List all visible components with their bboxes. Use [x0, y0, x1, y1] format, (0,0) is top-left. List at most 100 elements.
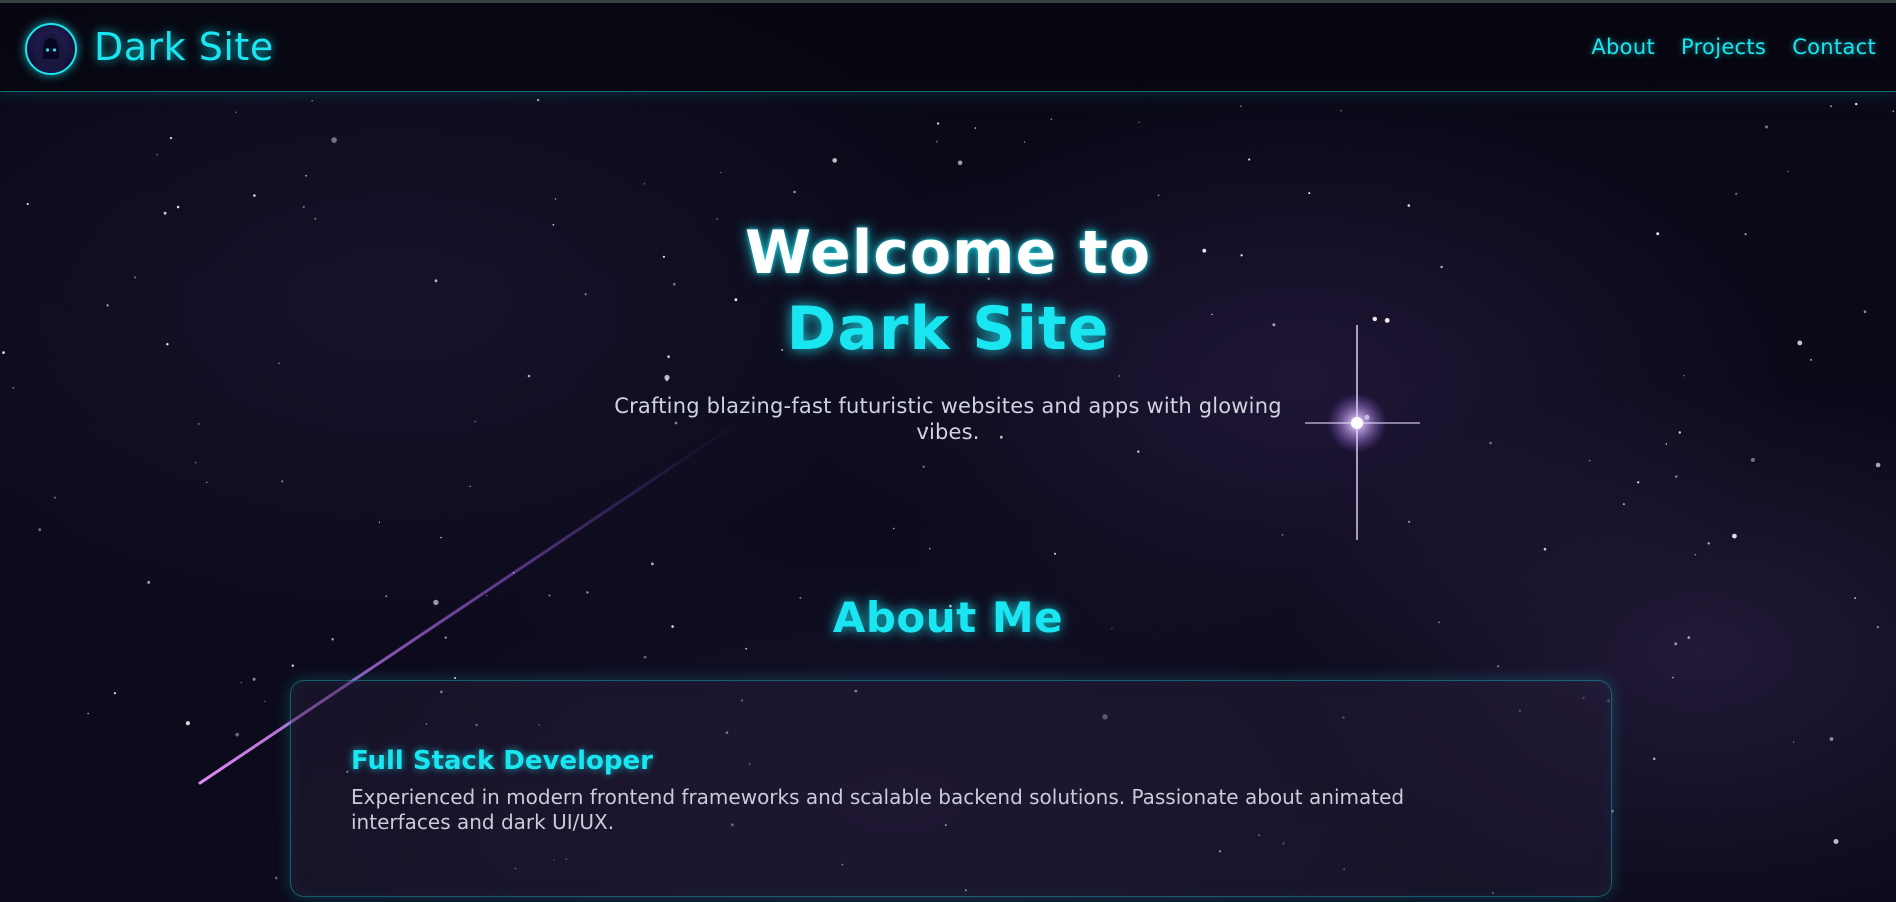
star [893, 527, 895, 530]
star [302, 205, 305, 209]
star [832, 158, 837, 163]
star [957, 160, 963, 166]
star [1675, 475, 1678, 478]
star [1665, 443, 1668, 445]
star [1694, 554, 1697, 556]
star [156, 153, 159, 156]
nav-contact[interactable]: Contact [1792, 33, 1876, 61]
star [1408, 520, 1411, 523]
star [113, 692, 116, 695]
page: Dark Site About Projects Contact Welcome… [0, 0, 1896, 902]
star [1054, 552, 1056, 555]
star [1765, 125, 1768, 129]
hero-heading: Welcome to Dark Site [0, 215, 1896, 367]
star [87, 712, 89, 715]
star [252, 677, 256, 681]
star [440, 536, 442, 539]
star [1787, 170, 1789, 173]
about-card: Full Stack Developer Experienced in mode… [290, 680, 1612, 897]
star [1248, 158, 1251, 161]
hero-title-line2: Dark Site [786, 294, 1110, 364]
star [664, 374, 670, 381]
star [1407, 204, 1411, 207]
star [935, 140, 938, 143]
brand-title[interactable]: Dark Site [94, 25, 274, 69]
star [1732, 533, 1737, 539]
star [1855, 102, 1858, 106]
about-card-title: Full Stack Developer [351, 746, 653, 776]
star [720, 171, 722, 174]
star [185, 721, 190, 726]
star [331, 137, 337, 143]
star [291, 664, 294, 667]
star [1118, 375, 1120, 377]
star [651, 562, 654, 566]
star [745, 647, 747, 650]
star [12, 386, 15, 389]
nav-projects[interactable]: Projects [1681, 33, 1766, 61]
star [378, 521, 380, 523]
star [235, 111, 237, 113]
star [253, 194, 256, 197]
star [240, 682, 242, 684]
star [1497, 665, 1500, 668]
star [1543, 547, 1547, 551]
main-nav: About Projects Contact [1591, 33, 1876, 61]
star [1683, 374, 1685, 377]
star [1735, 192, 1738, 195]
star [1622, 503, 1625, 506]
star [1240, 105, 1242, 107]
star [469, 485, 471, 488]
star [1792, 741, 1795, 743]
hero-tagline: Crafting blazing-fast futuristic website… [614, 394, 1282, 444]
star [176, 205, 180, 209]
star [264, 700, 266, 703]
star [1672, 676, 1674, 679]
star [305, 174, 308, 177]
star [26, 202, 29, 206]
star [1750, 457, 1755, 462]
site-header: Dark Site About Projects Contact [0, 3, 1896, 92]
hooded-figure-avatar-icon[interactable] [25, 23, 77, 75]
star [922, 465, 925, 468]
star [38, 528, 42, 532]
star [206, 481, 208, 483]
star [274, 876, 278, 880]
star [474, 420, 477, 423]
star [147, 580, 151, 584]
star [1138, 121, 1140, 124]
star [974, 127, 977, 129]
star [1833, 839, 1839, 844]
star [1637, 481, 1640, 484]
star [929, 547, 931, 550]
star [1281, 534, 1284, 536]
star [1875, 462, 1881, 468]
star [1050, 118, 1053, 121]
star [793, 190, 796, 194]
star [1340, 110, 1342, 112]
about-section-title: About Me [832, 593, 1064, 642]
star [643, 183, 646, 185]
nav-about[interactable]: About [1591, 33, 1655, 61]
about-card-text: Experienced in modern frontend framework… [351, 785, 1405, 834]
star [1829, 737, 1834, 741]
star [195, 462, 197, 464]
star [1308, 192, 1311, 195]
star [1489, 441, 1492, 445]
star [1707, 542, 1710, 545]
star [169, 136, 173, 140]
star [1892, 110, 1895, 113]
star [527, 374, 531, 378]
star [235, 732, 240, 737]
star [311, 100, 313, 102]
star [643, 655, 647, 659]
star [1157, 194, 1160, 197]
star [1829, 105, 1832, 108]
star [281, 480, 284, 483]
star [1588, 459, 1591, 462]
star [1137, 450, 1140, 453]
star [1023, 141, 1026, 143]
hero-title-line1: Welcome to [744, 218, 1152, 288]
star [454, 677, 457, 679]
star [197, 422, 200, 425]
